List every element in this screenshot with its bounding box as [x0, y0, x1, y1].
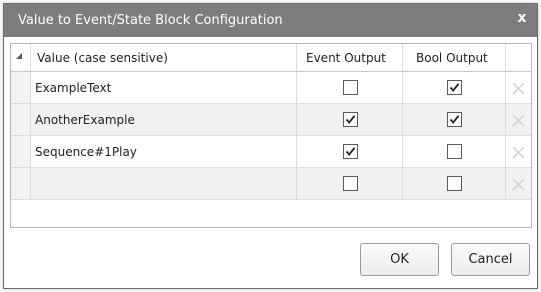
bool-output-checkbox[interactable] — [447, 176, 462, 191]
table-row[interactable]: AnotherExample — [11, 104, 531, 136]
bool-output-cell — [403, 104, 506, 136]
ok-button[interactable]: OK — [360, 243, 439, 276]
value-cell[interactable] — [31, 168, 297, 200]
dialog-title: Value to Event/State Block Configuration — [18, 13, 283, 28]
bool-output-cell — [403, 72, 506, 104]
title-bar[interactable]: Value to Event/State Block Configuration… — [4, 4, 537, 37]
close-icon[interactable]: x — [514, 10, 530, 28]
delete-cell — [506, 168, 531, 200]
delete-cell — [506, 104, 531, 136]
bool-output-checkbox[interactable] — [447, 80, 462, 95]
table-row[interactable] — [11, 168, 531, 200]
row-selector[interactable] — [11, 72, 31, 104]
delete-cell — [506, 136, 531, 168]
value-text: AnotherExample — [35, 113, 135, 127]
table-row[interactable]: Sequence#1Play — [11, 136, 531, 168]
value-text: Sequence#1Play — [35, 145, 137, 159]
row-selector[interactable] — [11, 168, 31, 200]
column-header-bool-output-label: Bool Output — [416, 51, 488, 65]
column-header-bool-output[interactable]: Bool Output — [403, 44, 506, 72]
row-selector[interactable] — [11, 104, 31, 136]
column-header-value[interactable]: Value (case sensitive) — [31, 44, 297, 72]
column-header-delete — [506, 44, 531, 72]
cancel-button[interactable]: Cancel — [451, 243, 530, 276]
value-cell[interactable]: AnotherExample — [31, 104, 297, 136]
sort-triangle-icon — [16, 53, 22, 59]
row-selector[interactable] — [11, 136, 31, 168]
event-output-cell — [297, 72, 403, 104]
event-output-checkbox[interactable] — [343, 144, 358, 159]
event-output-cell — [297, 104, 403, 136]
delete-row-icon[interactable] — [512, 144, 525, 159]
bool-output-cell — [403, 168, 506, 200]
value-text: ExampleText — [35, 81, 112, 95]
event-output-checkbox[interactable] — [343, 176, 358, 191]
event-output-cell — [297, 136, 403, 168]
column-header-event-output-label: Event Output — [306, 51, 386, 65]
table-row[interactable]: ExampleText — [11, 72, 531, 104]
column-header-event-output[interactable]: Event Output — [297, 44, 403, 72]
delete-cell — [506, 72, 531, 104]
bool-output-cell — [403, 136, 506, 168]
column-header-value-label: Value (case sensitive) — [37, 51, 168, 65]
bool-output-checkbox[interactable] — [447, 144, 462, 159]
value-cell[interactable]: Sequence#1Play — [31, 136, 297, 168]
delete-row-icon[interactable] — [512, 80, 525, 95]
value-grid: Value (case sensitive) Event Output Bool… — [10, 43, 532, 228]
config-dialog: Value to Event/State Block Configuration… — [3, 3, 538, 289]
event-output-checkbox[interactable] — [343, 112, 358, 127]
delete-row-icon[interactable] — [512, 176, 525, 191]
event-output-cell — [297, 168, 403, 200]
grid-header-row: Value (case sensitive) Event Output Bool… — [11, 44, 531, 72]
delete-row-icon[interactable] — [512, 112, 525, 127]
value-cell[interactable]: ExampleText — [31, 72, 297, 104]
sort-indicator-cell[interactable] — [11, 44, 31, 72]
event-output-checkbox[interactable] — [343, 80, 358, 95]
bool-output-checkbox[interactable] — [447, 112, 462, 127]
